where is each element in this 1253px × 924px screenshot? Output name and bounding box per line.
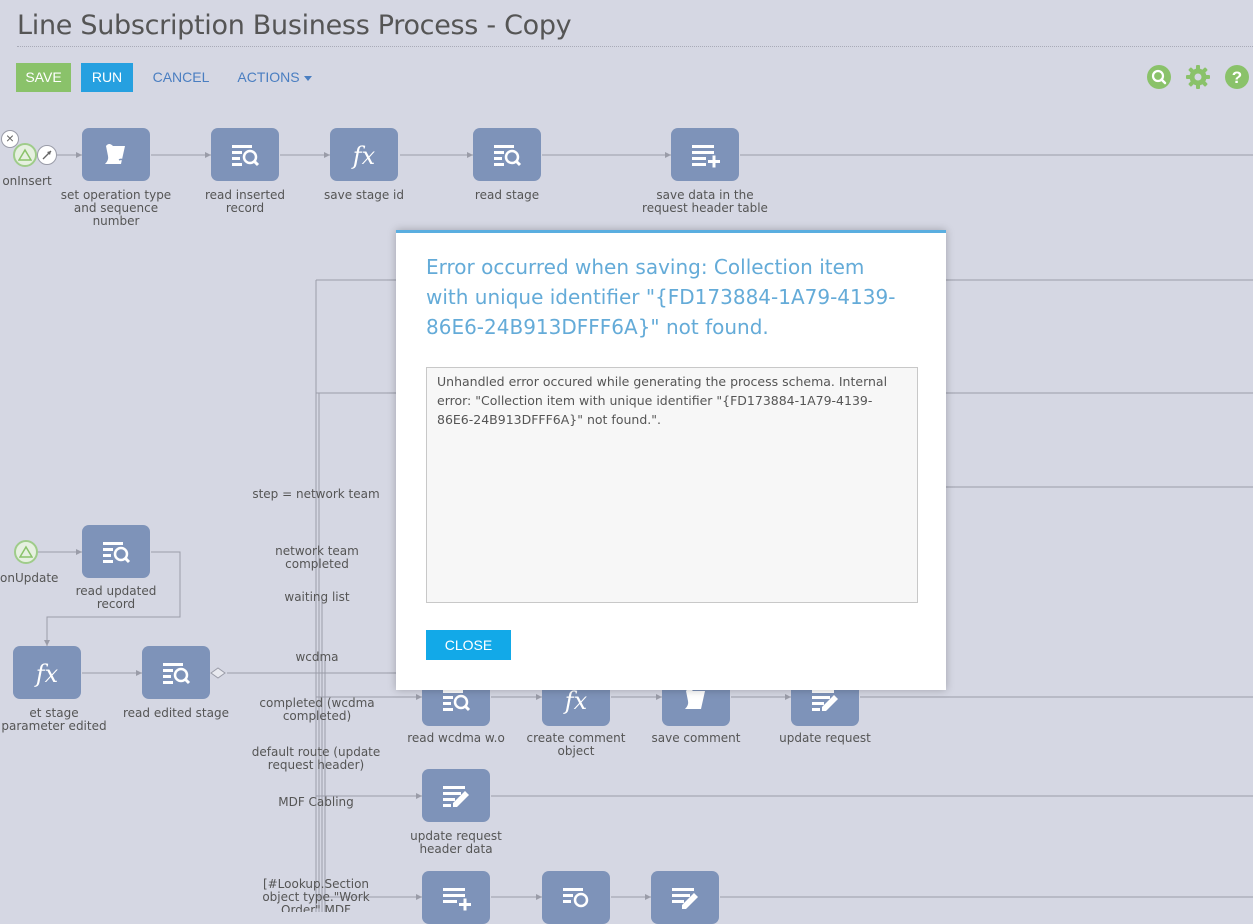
connect-arrow-icon[interactable]: [37, 145, 57, 165]
flow-condition-label: step = network team: [252, 487, 380, 501]
svg-text:fx: fx: [351, 142, 376, 170]
node-label: read stage: [474, 188, 540, 202]
node-label: read updated record: [75, 584, 157, 611]
node-label: create comment object: [526, 731, 626, 758]
script-task-node[interactable]: [82, 128, 150, 181]
node-label: set operation type and sequence number: [60, 188, 172, 228]
dialog-accent-bar: [396, 230, 946, 233]
read-data-node[interactable]: [542, 871, 610, 924]
flow-condition-label: network team completed: [275, 544, 359, 571]
add-data-node[interactable]: [671, 128, 739, 181]
flow-condition-label: waiting list: [284, 590, 350, 604]
close-button[interactable]: CLOSE: [426, 630, 511, 660]
signal-start-icon: [13, 143, 37, 167]
add-data-node[interactable]: [422, 871, 490, 924]
node-label: save data in the request header table: [642, 188, 768, 215]
flow-condition-label: [#Lookup.Section object type."Work Order…: [262, 878, 370, 912]
formula-node[interactable]: fx: [330, 128, 398, 181]
start-label: onInsert: [2, 174, 52, 188]
read-data-node[interactable]: [473, 128, 541, 181]
error-details-box[interactable]: Unhandled error occured while generating…: [426, 367, 918, 603]
read-data-node[interactable]: [82, 525, 150, 578]
flow-condition-label: default route (update request header): [251, 745, 381, 772]
read-data-node[interactable]: [142, 646, 210, 699]
modify-data-node[interactable]: [651, 871, 719, 924]
node-label: save stage id: [324, 188, 404, 202]
node-label: read wcdma w.o: [407, 731, 505, 745]
node-label: read edited stage: [122, 706, 229, 720]
flow-condition-label: MDF Cabling: [278, 795, 354, 809]
modify-data-node[interactable]: [422, 769, 490, 822]
node-label: update request header data: [410, 829, 502, 856]
formula-node[interactable]: fx: [13, 646, 81, 699]
svg-text:fx: fx: [563, 687, 588, 715]
read-data-node[interactable]: [211, 128, 279, 181]
node-label: read inserted record: [204, 188, 286, 215]
flow-condition-label: wcdma: [295, 650, 339, 664]
error-dialog: Error occurred when saving: Collection i…: [396, 230, 946, 690]
node-label: save comment: [651, 731, 741, 745]
node-label: et stage parameter edited: [1, 706, 107, 733]
start-label: onUpdate: [0, 571, 59, 585]
signal-start-icon: [14, 540, 38, 564]
error-title: Error occurred when saving: Collection i…: [426, 255, 896, 339]
node-label: update request: [779, 731, 871, 745]
flow-condition-label: completed (wcdma completed): [259, 696, 375, 723]
svg-text:fx: fx: [34, 660, 59, 688]
